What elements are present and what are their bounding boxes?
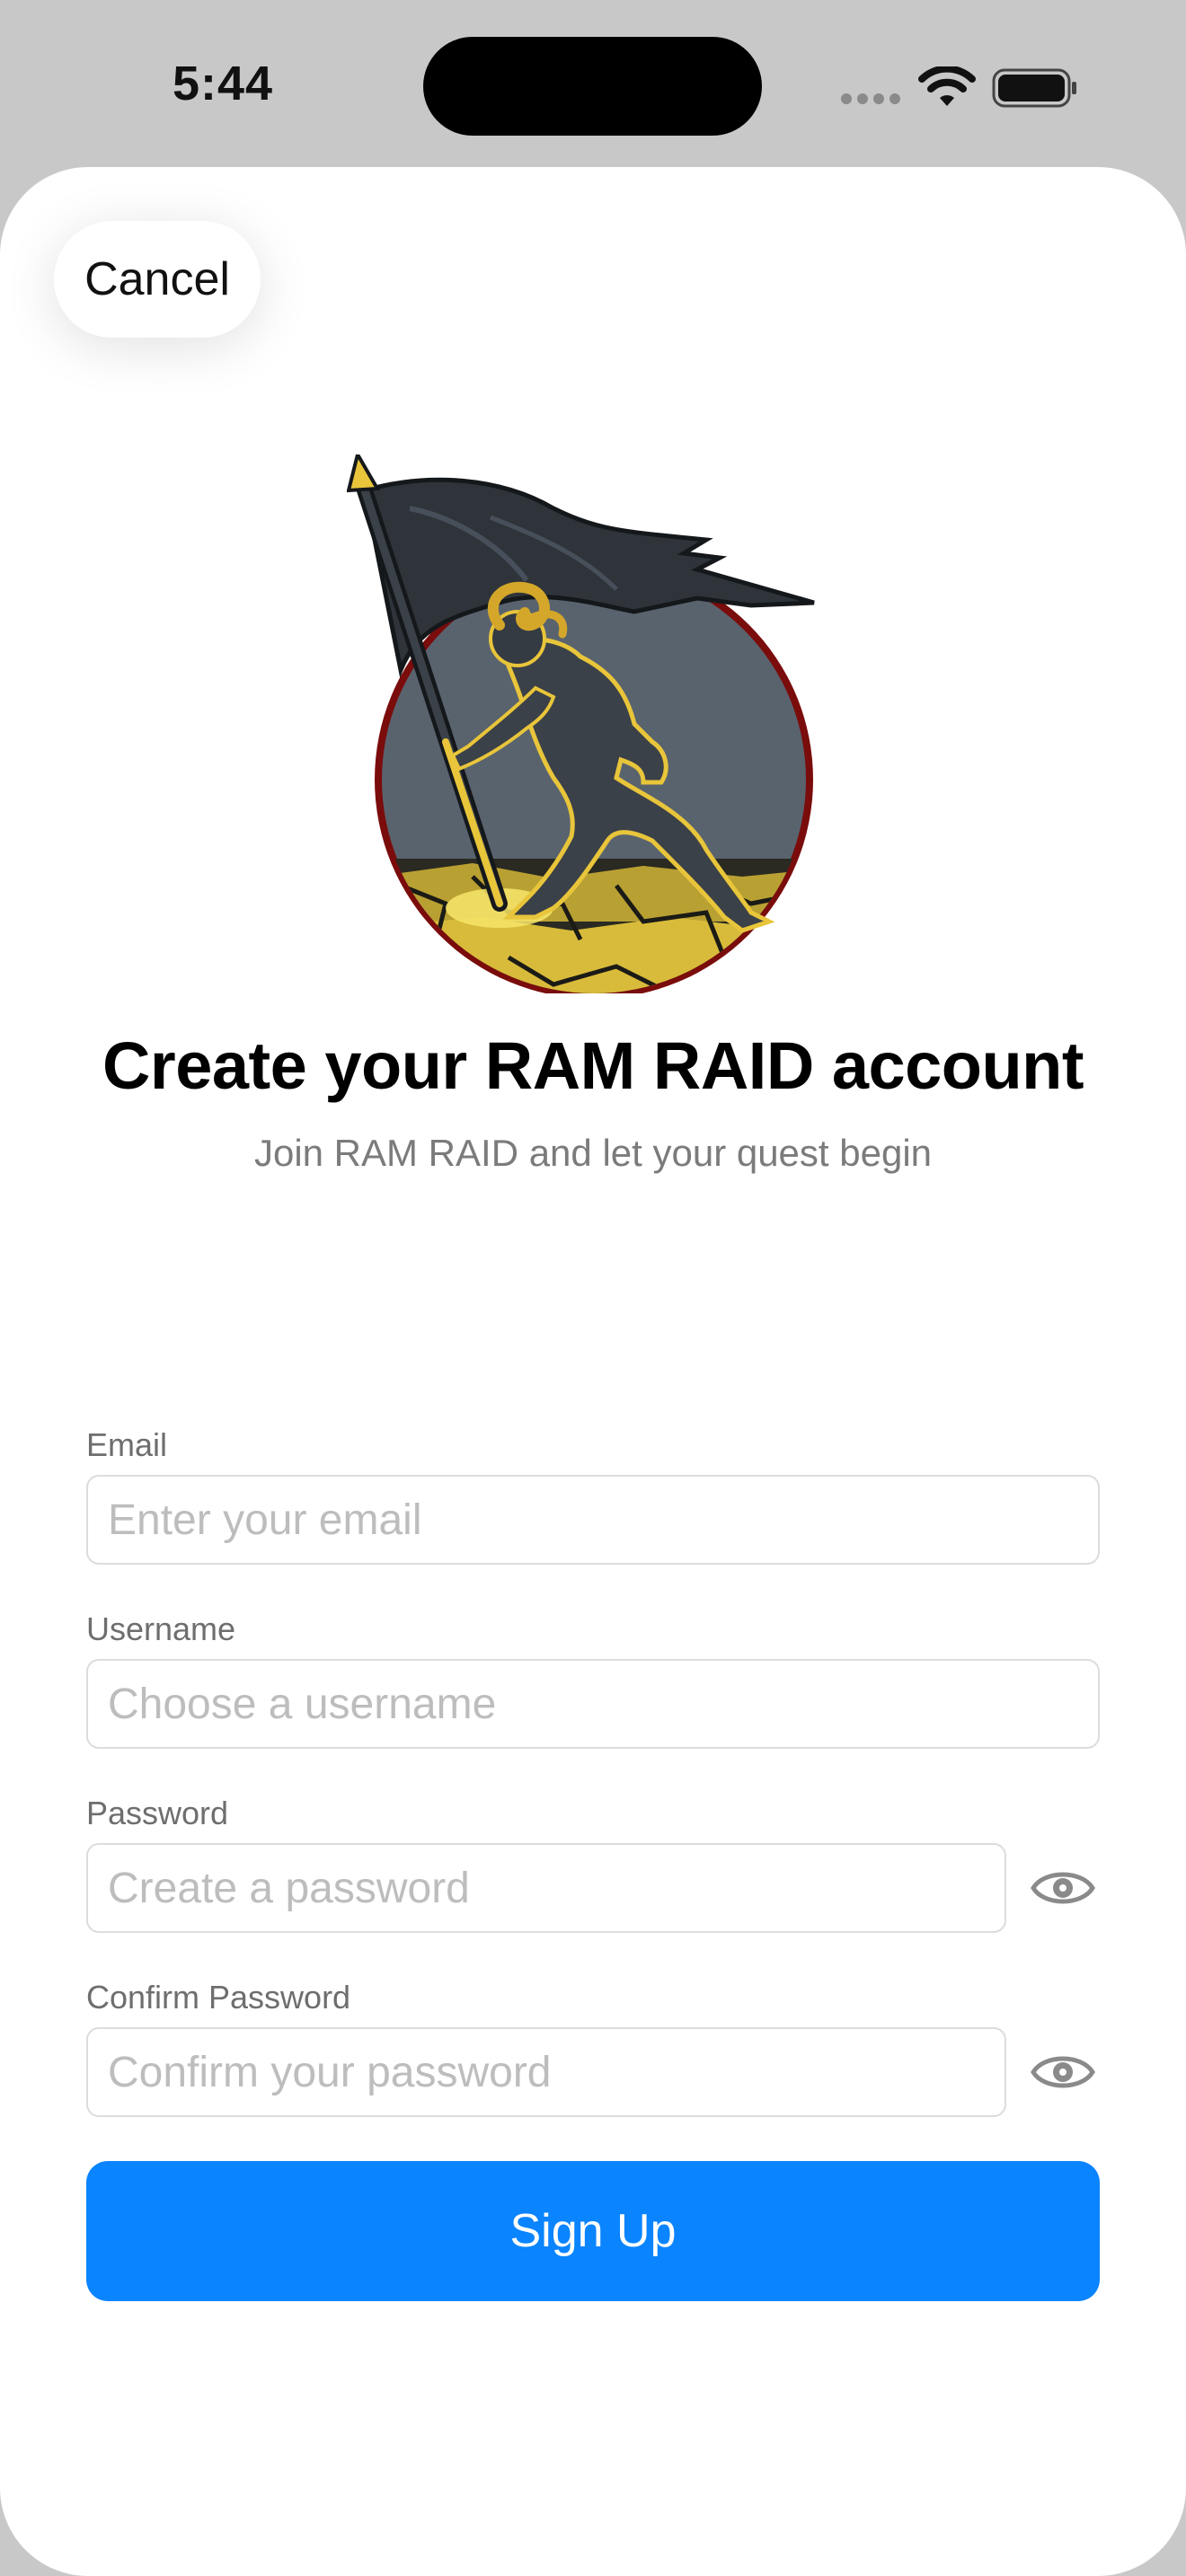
wifi-icon <box>918 66 976 106</box>
email-field[interactable] <box>86 1475 1100 1565</box>
confirm-password-field[interactable] <box>86 2027 1006 2117</box>
username-label: Username <box>86 1610 236 1647</box>
show-password-eye-icon[interactable] <box>1030 1865 1096 1911</box>
password-field[interactable] <box>86 1843 1006 1933</box>
cellular-signal-icon <box>841 93 902 104</box>
sign-up-button[interactable]: Sign Up <box>86 2161 1100 2301</box>
cancel-button[interactable]: Cancel <box>54 221 261 338</box>
password-label: Password <box>86 1795 229 1831</box>
page-subtitle: Join RAM RAID and let your quest begin <box>253 1132 933 1174</box>
email-label: Email <box>86 1426 168 1463</box>
show-confirm-password-eye-icon[interactable] <box>1030 2049 1096 2095</box>
battery-icon <box>992 68 1076 108</box>
status-time: 5:44 <box>173 57 274 110</box>
page-title: Create your RAM RAID account <box>102 1028 1084 1103</box>
confirm-password-label: Confirm Password <box>86 1979 351 2016</box>
dynamic-island <box>423 37 762 136</box>
username-field[interactable] <box>86 1659 1100 1749</box>
signup-sheet: Cancel Create your RAM RAID account Join… <box>0 167 1186 2576</box>
ram-warrior-flag-logo <box>347 454 815 993</box>
